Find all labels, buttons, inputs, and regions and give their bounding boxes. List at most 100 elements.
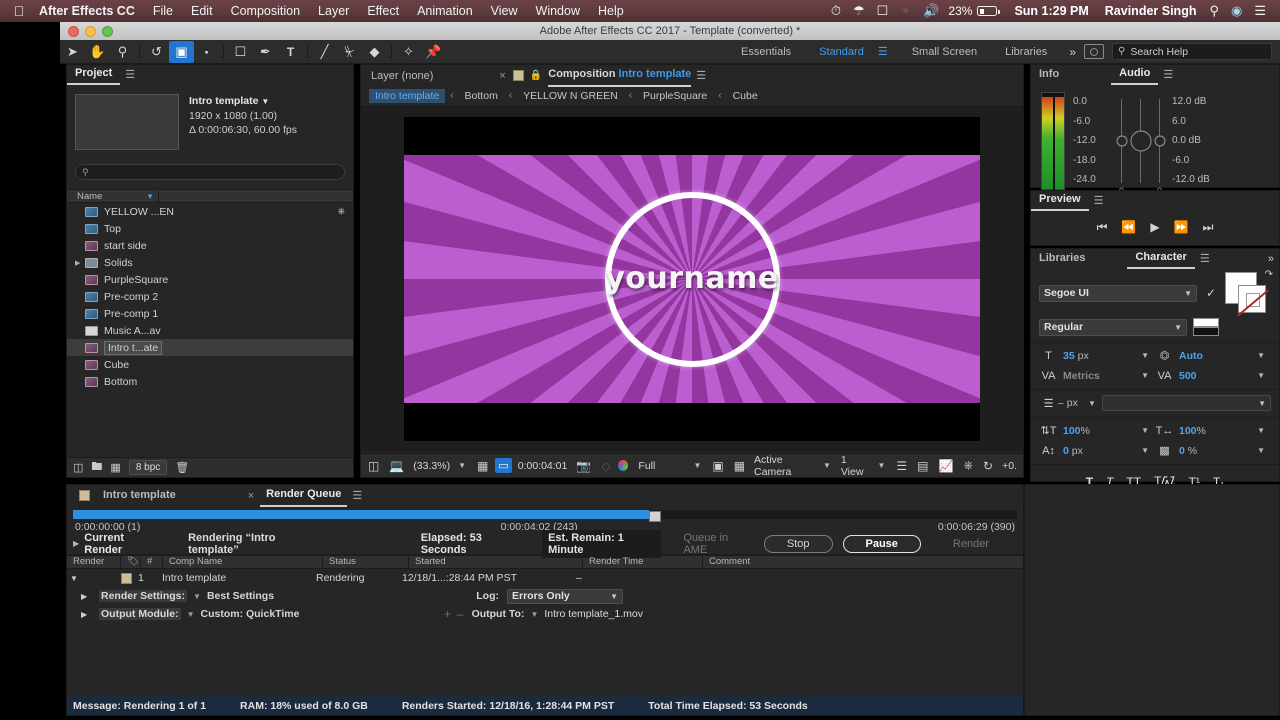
camera-dropdown[interactable]: Active Camera ▼	[752, 454, 835, 478]
horizontal-scale-field[interactable]: T↔ 100% ▼	[1155, 423, 1271, 438]
render-settings-row[interactable]: ▶ Render Settings: ▼ Best Settings Log: …	[67, 587, 1023, 605]
column-render[interactable]: Render	[67, 555, 121, 569]
workspace-standard[interactable]: Standard	[805, 46, 878, 58]
workspace-menu-icon[interactable]: ☰	[878, 45, 898, 58]
current-time-value[interactable]: 0:00:04:01	[516, 460, 570, 472]
camera-icon[interactable]: 📷	[573, 459, 594, 473]
menu-help[interactable]: Help	[589, 4, 633, 18]
minus-icon[interactable]: –	[454, 607, 472, 621]
log-select[interactable]: Errors Only ▼	[507, 588, 623, 604]
column-status[interactable]: Status	[323, 555, 409, 569]
hand-tool[interactable]: ✋	[85, 41, 110, 63]
eraser-tool[interactable]: ◆	[362, 41, 387, 63]
list-item[interactable]: PurpleSquare	[67, 271, 353, 288]
chevron-down-icon[interactable]: ▼	[187, 592, 207, 601]
chevron-down-icon[interactable]: ▼	[1257, 371, 1265, 380]
tag-icon[interactable]: 🏷	[121, 555, 141, 569]
font-size-field[interactable]: T 35 px ▼	[1039, 348, 1155, 363]
tab-preview[interactable]: Preview	[1031, 190, 1089, 211]
column-name-label[interactable]: Name	[77, 191, 102, 202]
timeline-icon[interactable]: 📈	[935, 459, 956, 473]
previous-frame-button[interactable]: ⏪	[1121, 220, 1136, 234]
chevron-down-icon[interactable]: ▼	[181, 610, 201, 619]
camera-tool[interactable]: ▣	[169, 40, 194, 63]
workspace-small-screen[interactable]: Small Screen	[898, 46, 991, 58]
pan-behind-tool[interactable]: ⬝	[194, 41, 219, 63]
render-checkbox-icon[interactable]	[121, 572, 132, 584]
monitor-icon[interactable]: 💻	[386, 459, 407, 473]
audio-slider-left[interactable]: 0	[1116, 99, 1127, 196]
sync-settings-icon[interactable]	[1084, 44, 1104, 59]
queue-in-ame-button[interactable]: Queue in AME	[661, 530, 753, 558]
notification-center-icon[interactable]: ☰	[1248, 3, 1272, 19]
chevron-down-icon[interactable]: ▼	[1257, 446, 1265, 455]
stop-button[interactable]: Stop	[763, 534, 833, 553]
view-layout-dropdown[interactable]: 1 View ▼	[839, 454, 890, 478]
vertical-scale-field[interactable]: ⇅T 100% ▼	[1039, 423, 1155, 438]
chevron-down-icon[interactable]: ▼	[1257, 426, 1265, 435]
kerning-field[interactable]: VA Metrics ▼	[1039, 368, 1155, 383]
disclosure-triangle-icon[interactable]: ▶	[73, 539, 84, 548]
output-module-row[interactable]: ▶ Output Module: ▼ Custom: QuickTime + –…	[67, 605, 1023, 623]
chevron-down-icon[interactable]: ▼	[1141, 371, 1149, 380]
workspace-overflow-icon[interactable]: »	[1061, 45, 1084, 59]
type-tool[interactable]: T	[278, 41, 303, 63]
composition-viewer[interactable]: yourname	[361, 105, 1023, 452]
workspace-libraries[interactable]: Libraries	[991, 46, 1061, 58]
shape-tool[interactable]: ☐	[228, 41, 253, 63]
list-item[interactable]: Music A...av	[67, 322, 353, 339]
battery-icon[interactable]	[977, 6, 1000, 16]
menu-view[interactable]: View	[482, 4, 527, 18]
reset-colors-icon[interactable]: ↷	[1265, 269, 1273, 280]
output-module-value[interactable]: Custom: QuickTime	[200, 608, 299, 620]
tab-info[interactable]: Info	[1031, 65, 1067, 84]
sort-descending-icon[interactable]: ▼	[146, 192, 154, 201]
breadcrumb-cube[interactable]: Cube	[727, 89, 764, 103]
tab-composition[interactable]: Composition Intro template	[548, 64, 692, 87]
disclosure-triangle-icon[interactable]: ▶	[75, 259, 85, 267]
zoom-tool[interactable]: ⚲	[110, 41, 135, 63]
list-item[interactable]: Top	[67, 220, 353, 237]
guides-icon[interactable]: ▭	[495, 458, 512, 473]
chevron-down-icon[interactable]: ▼	[1088, 399, 1096, 408]
tab-audio[interactable]: Audio	[1111, 64, 1159, 85]
fast-preview-icon[interactable]: ▤	[914, 459, 931, 473]
bit-depth-button[interactable]: 8 bpc	[128, 460, 168, 475]
tab-character[interactable]: Character	[1127, 248, 1195, 269]
zoom-level-value[interactable]: (33.3%)	[411, 460, 452, 472]
siri-icon[interactable]: ◉	[1225, 3, 1248, 19]
reset-exposure-icon[interactable]: ↻	[980, 459, 996, 473]
exposure-value[interactable]: +0.	[1000, 460, 1019, 472]
breadcrumb-bottom[interactable]: Bottom	[459, 89, 504, 103]
lock-icon[interactable]: 🔒	[530, 70, 542, 81]
stroke-color-swatch[interactable]	[1238, 285, 1266, 313]
airplay-icon[interactable]: ☐	[871, 3, 895, 19]
menu-file[interactable]: File	[144, 4, 182, 18]
pixel-aspect-icon[interactable]: ☰	[893, 459, 910, 473]
fill-stroke-mini-swatches[interactable]	[1193, 318, 1219, 336]
pause-button[interactable]: Pause	[842, 534, 921, 553]
stroke-type-select[interactable]: ▼	[1101, 395, 1271, 411]
rgb-channel-icon[interactable]	[617, 460, 629, 471]
list-item-selected[interactable]: Intro t...ate	[67, 339, 353, 356]
tab-render-queue[interactable]: Render Queue	[260, 484, 348, 507]
resolution-dropdown[interactable]: Full ▼	[632, 460, 705, 472]
menu-bar-clock[interactable]: Sun 1:29 PM	[1005, 4, 1097, 18]
disclosure-triangle-icon[interactable]: ▶	[81, 610, 99, 619]
close-icon[interactable]: ×	[499, 70, 505, 82]
breadcrumb-purplesquare[interactable]: PurpleSquare	[637, 89, 713, 103]
breadcrumb-intro-template[interactable]: Intro template	[369, 88, 446, 103]
column-started[interactable]: Started	[409, 555, 583, 569]
apple-logo-icon[interactable]: 	[8, 3, 30, 19]
new-folder-icon[interactable]: 🖿	[91, 458, 102, 477]
breadcrumb-yellow-n-green[interactable]: YELLOW N GREEN	[517, 89, 624, 103]
panel-menu-icon[interactable]: ☰	[691, 69, 711, 82]
clock-icon[interactable]: ⏱	[825, 3, 847, 19]
audio-slider-master[interactable]	[1130, 99, 1151, 183]
spotlight-search-icon[interactable]: ⚲	[1203, 3, 1225, 19]
chevron-down-icon[interactable]: ▼	[1141, 426, 1149, 435]
menu-animation[interactable]: Animation	[408, 4, 482, 18]
font-family-select[interactable]: Segoe UI ▼	[1039, 284, 1197, 302]
chevron-down-icon[interactable]: ▼	[530, 610, 544, 619]
menu-after-effects[interactable]: After Effects CC	[30, 4, 144, 18]
